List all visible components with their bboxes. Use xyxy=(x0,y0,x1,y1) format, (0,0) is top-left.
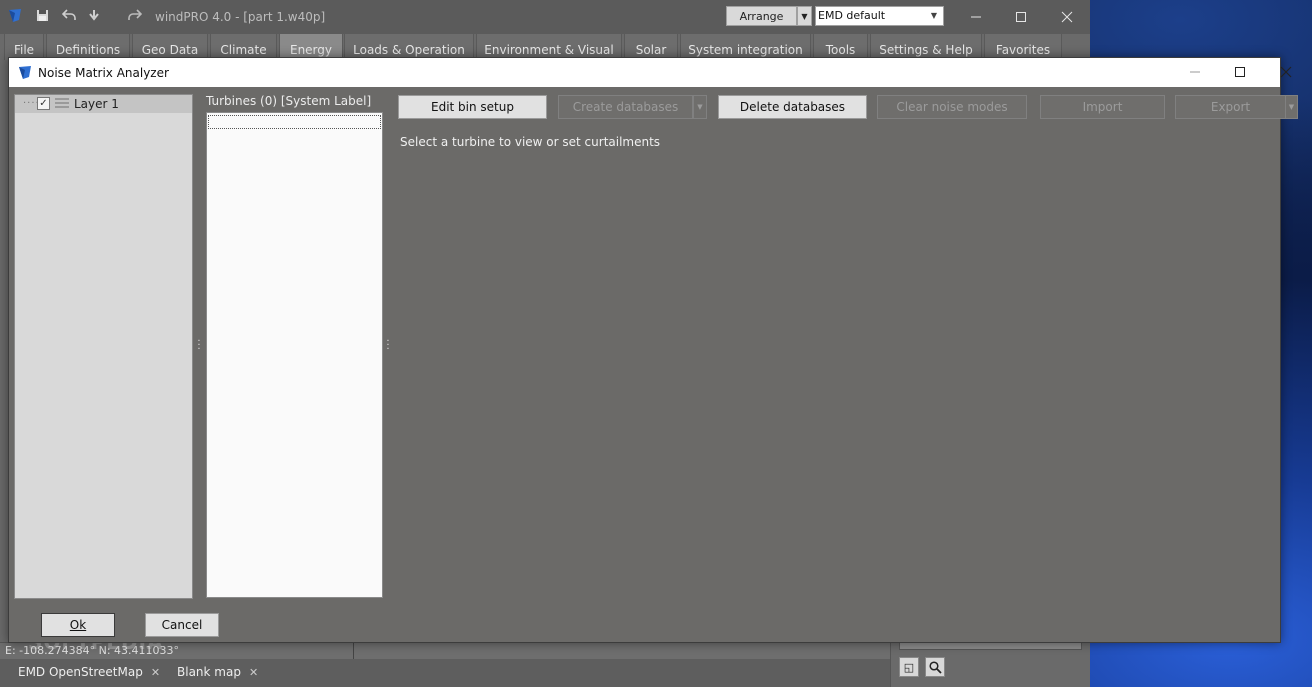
close-icon[interactable] xyxy=(1057,8,1077,26)
right-side-panel: ◱ xyxy=(890,642,1090,687)
close-icon[interactable] xyxy=(1275,63,1297,81)
map-tab-emd-openstreetmap[interactable]: EMD OpenStreetMap ✕ xyxy=(18,665,160,679)
fit-view-icon[interactable]: ◱ xyxy=(899,657,919,677)
emd-style-select-value: EMD default xyxy=(818,9,886,22)
arrange-dropdown-icon[interactable]: ▼ xyxy=(797,6,812,26)
edit-bin-setup-button[interactable]: Edit bin setup xyxy=(398,95,547,119)
panel-scrollbar[interactable] xyxy=(899,642,1082,650)
dialog-titlebar: Noise Matrix Analyzer xyxy=(9,58,1292,87)
turbines-header: Turbines (0) [System Label] xyxy=(206,94,372,108)
undo-icon[interactable] xyxy=(60,6,78,24)
windpro-logo-icon xyxy=(6,6,24,24)
map-tabs: EMD OpenStreetMap ✕ Blank map ✕ xyxy=(0,659,890,687)
minimize-icon[interactable] xyxy=(966,8,986,26)
map-tab-blank-map[interactable]: Blank map ✕ xyxy=(177,665,258,679)
minimize-icon[interactable] xyxy=(1184,63,1206,81)
layer-tree-item[interactable]: ···· ✓ Layer 1 xyxy=(15,95,192,113)
maximize-icon[interactable] xyxy=(1229,63,1251,81)
ok-button[interactable]: Ok xyxy=(41,613,115,637)
noise-matrix-analyzer-dialog: Noise Matrix Analyzer ···· ✓ Layer 1 · · ·… xyxy=(8,57,1298,643)
import-button[interactable]: Import xyxy=(1040,95,1165,119)
chevron-down-icon: ▼ xyxy=(930,11,937,20)
clear-noise-modes-button[interactable]: Clear noise modes xyxy=(877,95,1027,119)
close-icon[interactable]: ✕ xyxy=(151,666,160,679)
create-databases-button[interactable]: Create databases xyxy=(558,95,693,119)
layer-visibility-checkbox[interactable]: ✓ xyxy=(37,97,50,110)
curtailment-info-text: Select a turbine to view or set curtailm… xyxy=(400,135,661,149)
delete-databases-button[interactable]: Delete databases xyxy=(718,95,867,119)
turbines-list[interactable] xyxy=(206,112,383,598)
cancel-button[interactable]: Cancel xyxy=(145,613,219,637)
maximize-icon[interactable] xyxy=(1011,8,1031,26)
window-title: windPRO 4.0 - [part 1.w40p] xyxy=(155,10,326,24)
layer-stack-icon xyxy=(55,98,69,110)
save-icon[interactable] xyxy=(33,6,51,24)
map-tab-label: EMD OpenStreetMap xyxy=(18,665,143,679)
zoom-icon[interactable] xyxy=(925,657,945,677)
windpro-logo-icon xyxy=(17,64,33,80)
splitter-handle-left[interactable]: · · · xyxy=(197,337,201,355)
arrange-button[interactable]: Arrange xyxy=(726,6,797,26)
main-titlebar: windPRO 4.0 - [part 1.w40p] Arrange ▼ EM… xyxy=(0,0,1090,34)
undo-history-dropdown-icon[interactable] xyxy=(85,6,103,24)
dialog-title: Noise Matrix Analyzer xyxy=(38,66,169,80)
export-button[interactable]: Export xyxy=(1175,95,1286,119)
layer-tree[interactable]: ···· ✓ Layer 1 xyxy=(14,94,193,599)
close-icon[interactable]: ✕ xyxy=(249,666,258,679)
layer-label: Layer 1 xyxy=(74,97,119,111)
export-dropdown-icon[interactable]: ▼ xyxy=(1285,95,1298,119)
emd-style-select[interactable]: EMD default ▼ xyxy=(815,6,944,26)
redo-icon[interactable] xyxy=(126,6,144,24)
create-databases-dropdown-icon[interactable]: ▼ xyxy=(693,95,707,119)
splitter-handle-right[interactable]: · · · xyxy=(386,337,390,355)
map-tab-label: Blank map xyxy=(177,665,241,679)
ok-button-label: Ok xyxy=(69,618,87,632)
list-focus-row xyxy=(208,115,381,129)
status-separator xyxy=(353,643,354,660)
